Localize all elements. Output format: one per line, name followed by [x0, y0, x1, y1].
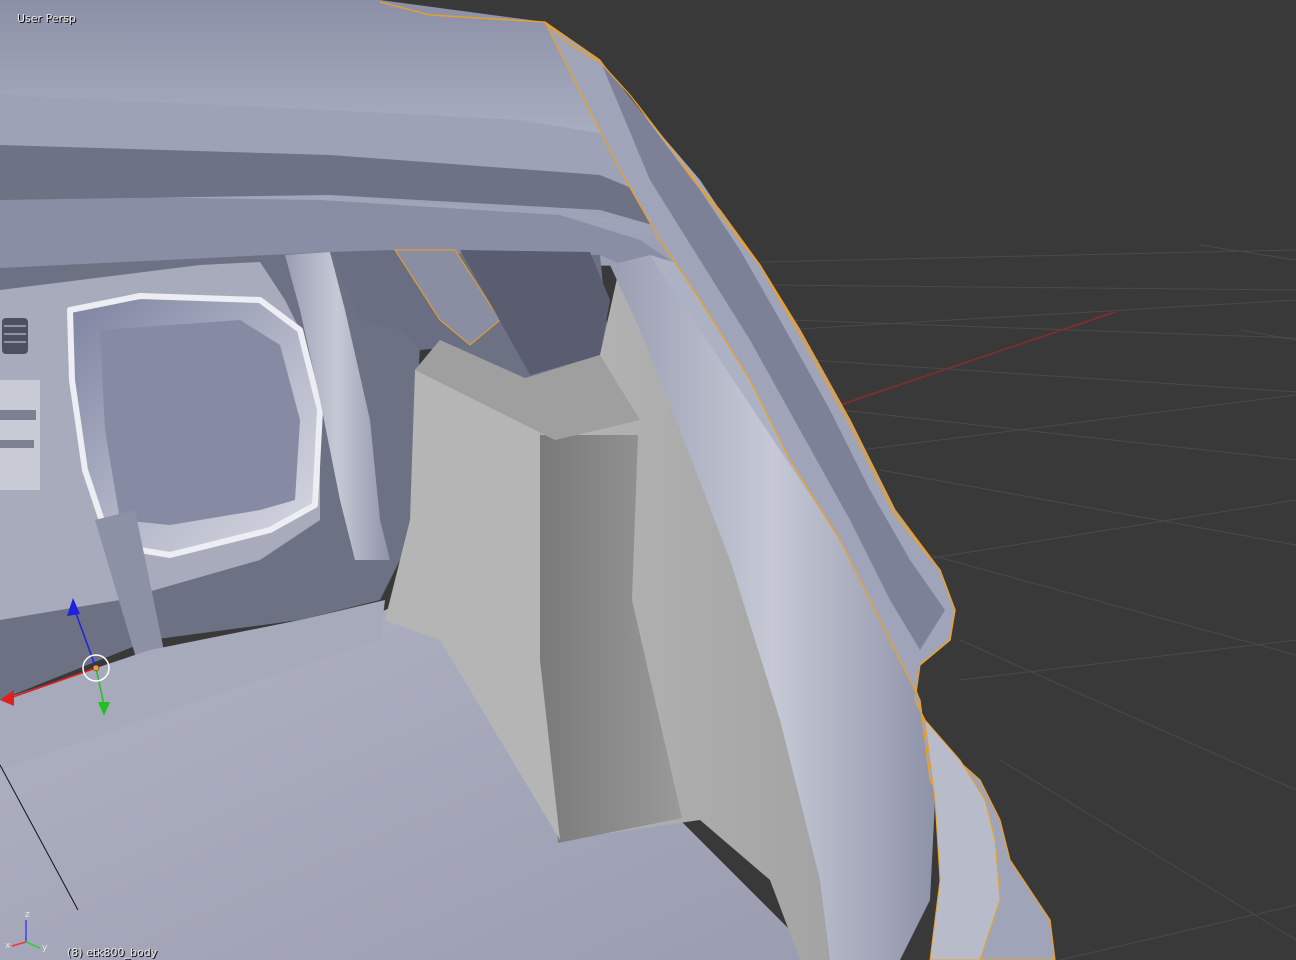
viewport-scene[interactable]: z x y — [0, 0, 1296, 960]
center-console — [0, 380, 40, 490]
x-axis-line — [839, 311, 1116, 406]
object-origin — [92, 664, 100, 672]
axis-y-label: y — [42, 943, 48, 953]
3d-viewport[interactable]: z x y User Persp (8) etk800_body — [0, 0, 1296, 960]
tailgate-lower — [924, 718, 1001, 960]
air-vent — [2, 318, 28, 354]
front-seat-shadow — [100, 320, 300, 525]
axis-x-label: x — [5, 941, 11, 951]
view-name-label: User Persp — [17, 12, 76, 25]
axis-z-label: z — [25, 910, 30, 920]
active-object-label: (8) etk800_body — [67, 946, 158, 959]
